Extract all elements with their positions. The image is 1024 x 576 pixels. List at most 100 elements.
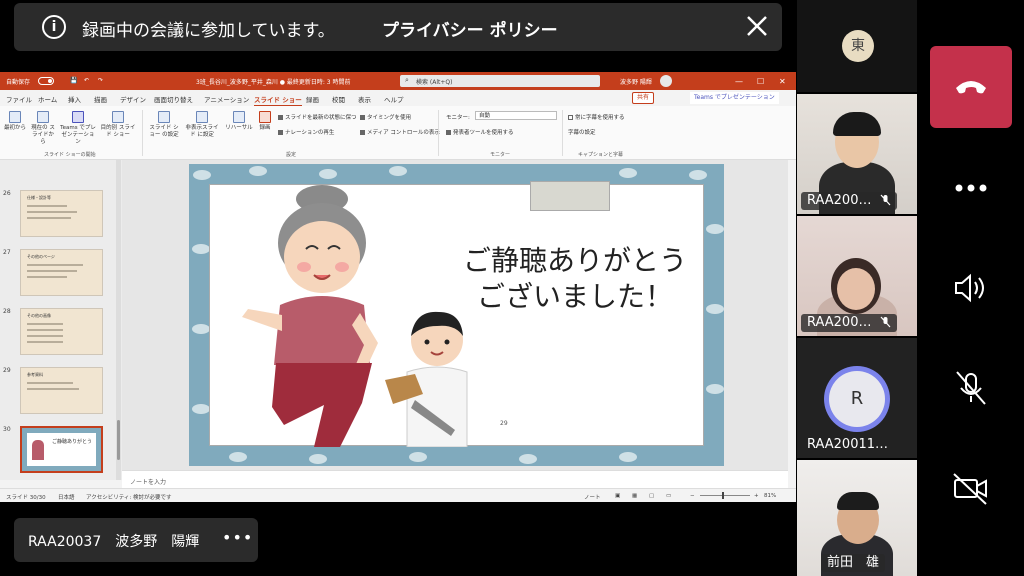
reading-view-icon[interactable]: ▢ (649, 493, 654, 499)
recording-message: 録画中の会議に参加しています。 (82, 21, 335, 41)
custom-show-icon (112, 111, 124, 123)
zoom-level[interactable]: 81% (764, 493, 776, 499)
autosave-label: 自動保存 (6, 79, 31, 86)
participant-tile[interactable]: RAA200… (797, 216, 917, 336)
slide-thumbnail[interactable]: その他のページ (20, 249, 103, 296)
play-start-icon (9, 111, 21, 123)
avatar: 東 (842, 30, 874, 62)
menu-design[interactable]: デザイン (120, 94, 146, 104)
slide-title-line1: ご静聴ありがとう (462, 244, 687, 277)
presenter-view-checkbox[interactable]: 発表者ツールを使用する (446, 128, 514, 136)
ppt-ribbon: 最初から 現在の スライドから Teams でプレ ゼンテーション 目的別 スラ… (0, 106, 796, 160)
info-icon: i (42, 15, 66, 39)
subtitle-settings-button[interactable]: 字幕の設定 (568, 128, 596, 136)
media-controls-checkbox[interactable]: メディア コントロールの表示 (360, 128, 440, 136)
user-avatar[interactable] (660, 75, 672, 87)
group-captions-label: キャプションと字幕 (578, 152, 624, 158)
group-start-label: スライド ショーの開始 (44, 152, 96, 158)
group-settings-label: 設定 (286, 152, 297, 158)
record-icon (259, 111, 271, 123)
hide-slide-button[interactable]: 非表示スライド に設定 (184, 111, 220, 139)
narration-checkbox[interactable]: ナレーションの再生 (278, 128, 334, 136)
mic-off-icon[interactable] (946, 368, 996, 408)
current-slide[interactable]: ご静聴ありがとう ございました！ 29 (189, 164, 724, 466)
ribbon-separator (438, 110, 439, 156)
close-window-icon[interactable]: ✕ (779, 77, 786, 86)
teams-icon (72, 111, 84, 123)
present-teams-ribbon-button[interactable]: Teams でプレ ゼンテーション (60, 111, 96, 146)
menu-home[interactable]: ホーム (38, 94, 57, 104)
menu-insert[interactable]: 挿入 (68, 94, 81, 104)
speaker-icon[interactable] (946, 268, 996, 308)
zoom-in-icon[interactable]: + (754, 493, 759, 499)
thumbnails-scrollbar[interactable] (116, 160, 121, 480)
slide-title: ご静聴ありがとう ございました！ (440, 243, 710, 315)
record-button[interactable]: 録画 (256, 111, 274, 132)
monitor-select[interactable]: 自動 (475, 111, 557, 120)
language-indicator[interactable]: 日本語 (58, 493, 75, 501)
setup-show-button[interactable]: スライド ショー の設定 (148, 111, 180, 139)
ppt-statusbar: スライド 30/30 日本語 アクセシビリティ: 検討が必要です ノート ▣ ▦… (0, 488, 796, 502)
slide-editor: ご静聴ありがとう ございました！ 29 (122, 160, 788, 470)
presenter-name: RAA20037 波多野 陽輝 (28, 534, 200, 550)
tape-decoration (530, 181, 610, 211)
participant-name-label: RAA200… (801, 314, 897, 332)
menu-animations[interactable]: アニメーション (204, 94, 249, 104)
zoom-slider[interactable] (700, 492, 750, 499)
always-subtitles-checkbox[interactable]: 常に字幕を使用する (568, 113, 625, 121)
thumb-title: 仕様・設計等 (27, 195, 51, 200)
from-current-button[interactable]: 現在の スライドから (30, 111, 56, 146)
slide-thumbnail[interactable]: 仕様・設計等 (20, 190, 103, 237)
slide-content: ご静聴ありがとう ございました！ 29 (209, 181, 704, 447)
menu-record[interactable]: 録画 (306, 94, 319, 104)
menu-transitions[interactable]: 画面切り替え (154, 94, 193, 104)
search-placeholder: 検索 (Alt+Q) (416, 79, 453, 86)
notes-toggle[interactable]: ノート (584, 493, 601, 501)
notes-pane[interactable]: ノートを入力 (122, 470, 788, 488)
menu-review[interactable]: 校閲 (332, 94, 345, 104)
save-icon[interactable]: 💾 (70, 77, 77, 84)
slide-thumbnail-selected[interactable]: ご静聴ありがとう (20, 426, 103, 473)
shared-screen: 自動保存 💾 ↶ ↷ 3班_長谷川_波多野_平井_森川 ● 最終更新日時: 3 … (0, 72, 796, 502)
slide-thumbnail[interactable]: 参考資料 (20, 367, 103, 414)
undo-icon[interactable]: ↶ (84, 77, 89, 84)
menu-draw[interactable]: 描画 (94, 94, 107, 104)
zoom-out-icon[interactable]: − (690, 493, 695, 499)
sorter-view-icon[interactable]: ▦ (632, 493, 637, 499)
teams-meeting-window: 自動保存 💾 ↶ ↷ 3班_長谷川_波多野_平井_森川 ● 最終更新日時: 3 … (0, 0, 1024, 576)
timing-checkbox[interactable]: タイミングを使用 (360, 113, 411, 121)
menu-view[interactable]: 表示 (358, 94, 371, 104)
menu-slideshow[interactable]: スライド ショー (254, 94, 302, 106)
share-button[interactable]: 共有 (632, 92, 655, 104)
custom-show-button[interactable]: 目的別 スライド ショー (100, 111, 136, 139)
participant-tile[interactable]: 前田 雄 (797, 460, 917, 576)
present-in-teams-button[interactable]: Teams でプレゼンテーション (690, 92, 779, 104)
keep-fresh-checkbox[interactable]: スライドを最新の状態に保つ (278, 113, 357, 121)
normal-view-icon[interactable]: ▣ (615, 493, 620, 499)
camera-off-icon[interactable] (946, 468, 996, 508)
play-current-icon (37, 111, 49, 123)
close-icon[interactable] (742, 11, 772, 41)
group-monitor-label: モニター (490, 152, 511, 158)
participant-tile[interactable]: RAA200… (797, 94, 917, 214)
more-options-icon[interactable]: ••• (222, 528, 253, 547)
slide-thumbnail[interactable]: その他の画像 (20, 308, 103, 355)
file-name[interactable]: 3班_長谷川_波多野_平井_森川 ● 最終更新日時: 3 時間前 (196, 77, 351, 86)
minimize-icon[interactable]: — (735, 77, 743, 86)
menu-help[interactable]: ヘルプ (384, 94, 404, 104)
search-box[interactable]: ⌕ 検索 (Alt+Q) (400, 75, 600, 87)
rehearse-button[interactable]: リハーサル (224, 111, 254, 132)
more-actions-icon[interactable] (946, 168, 996, 208)
from-start-button[interactable]: 最初から (4, 111, 26, 132)
redo-icon[interactable]: ↷ (98, 77, 103, 84)
hang-up-button[interactable] (930, 46, 1012, 128)
user-name[interactable]: 波多野 陽輝 (620, 77, 652, 86)
thumb-number: 28 (3, 308, 11, 315)
accessibility-status[interactable]: アクセシビリティ: 検討が必要です (86, 493, 172, 501)
slideshow-view-icon[interactable]: ▭ (666, 493, 671, 499)
monitor-label: モニター: (446, 115, 470, 121)
maximize-icon[interactable]: ☐ (757, 77, 764, 86)
privacy-policy-link[interactable]: プライバシー ポリシー (382, 16, 558, 41)
menu-file[interactable]: ファイル (6, 94, 32, 104)
autosave-toggle[interactable] (38, 77, 54, 85)
